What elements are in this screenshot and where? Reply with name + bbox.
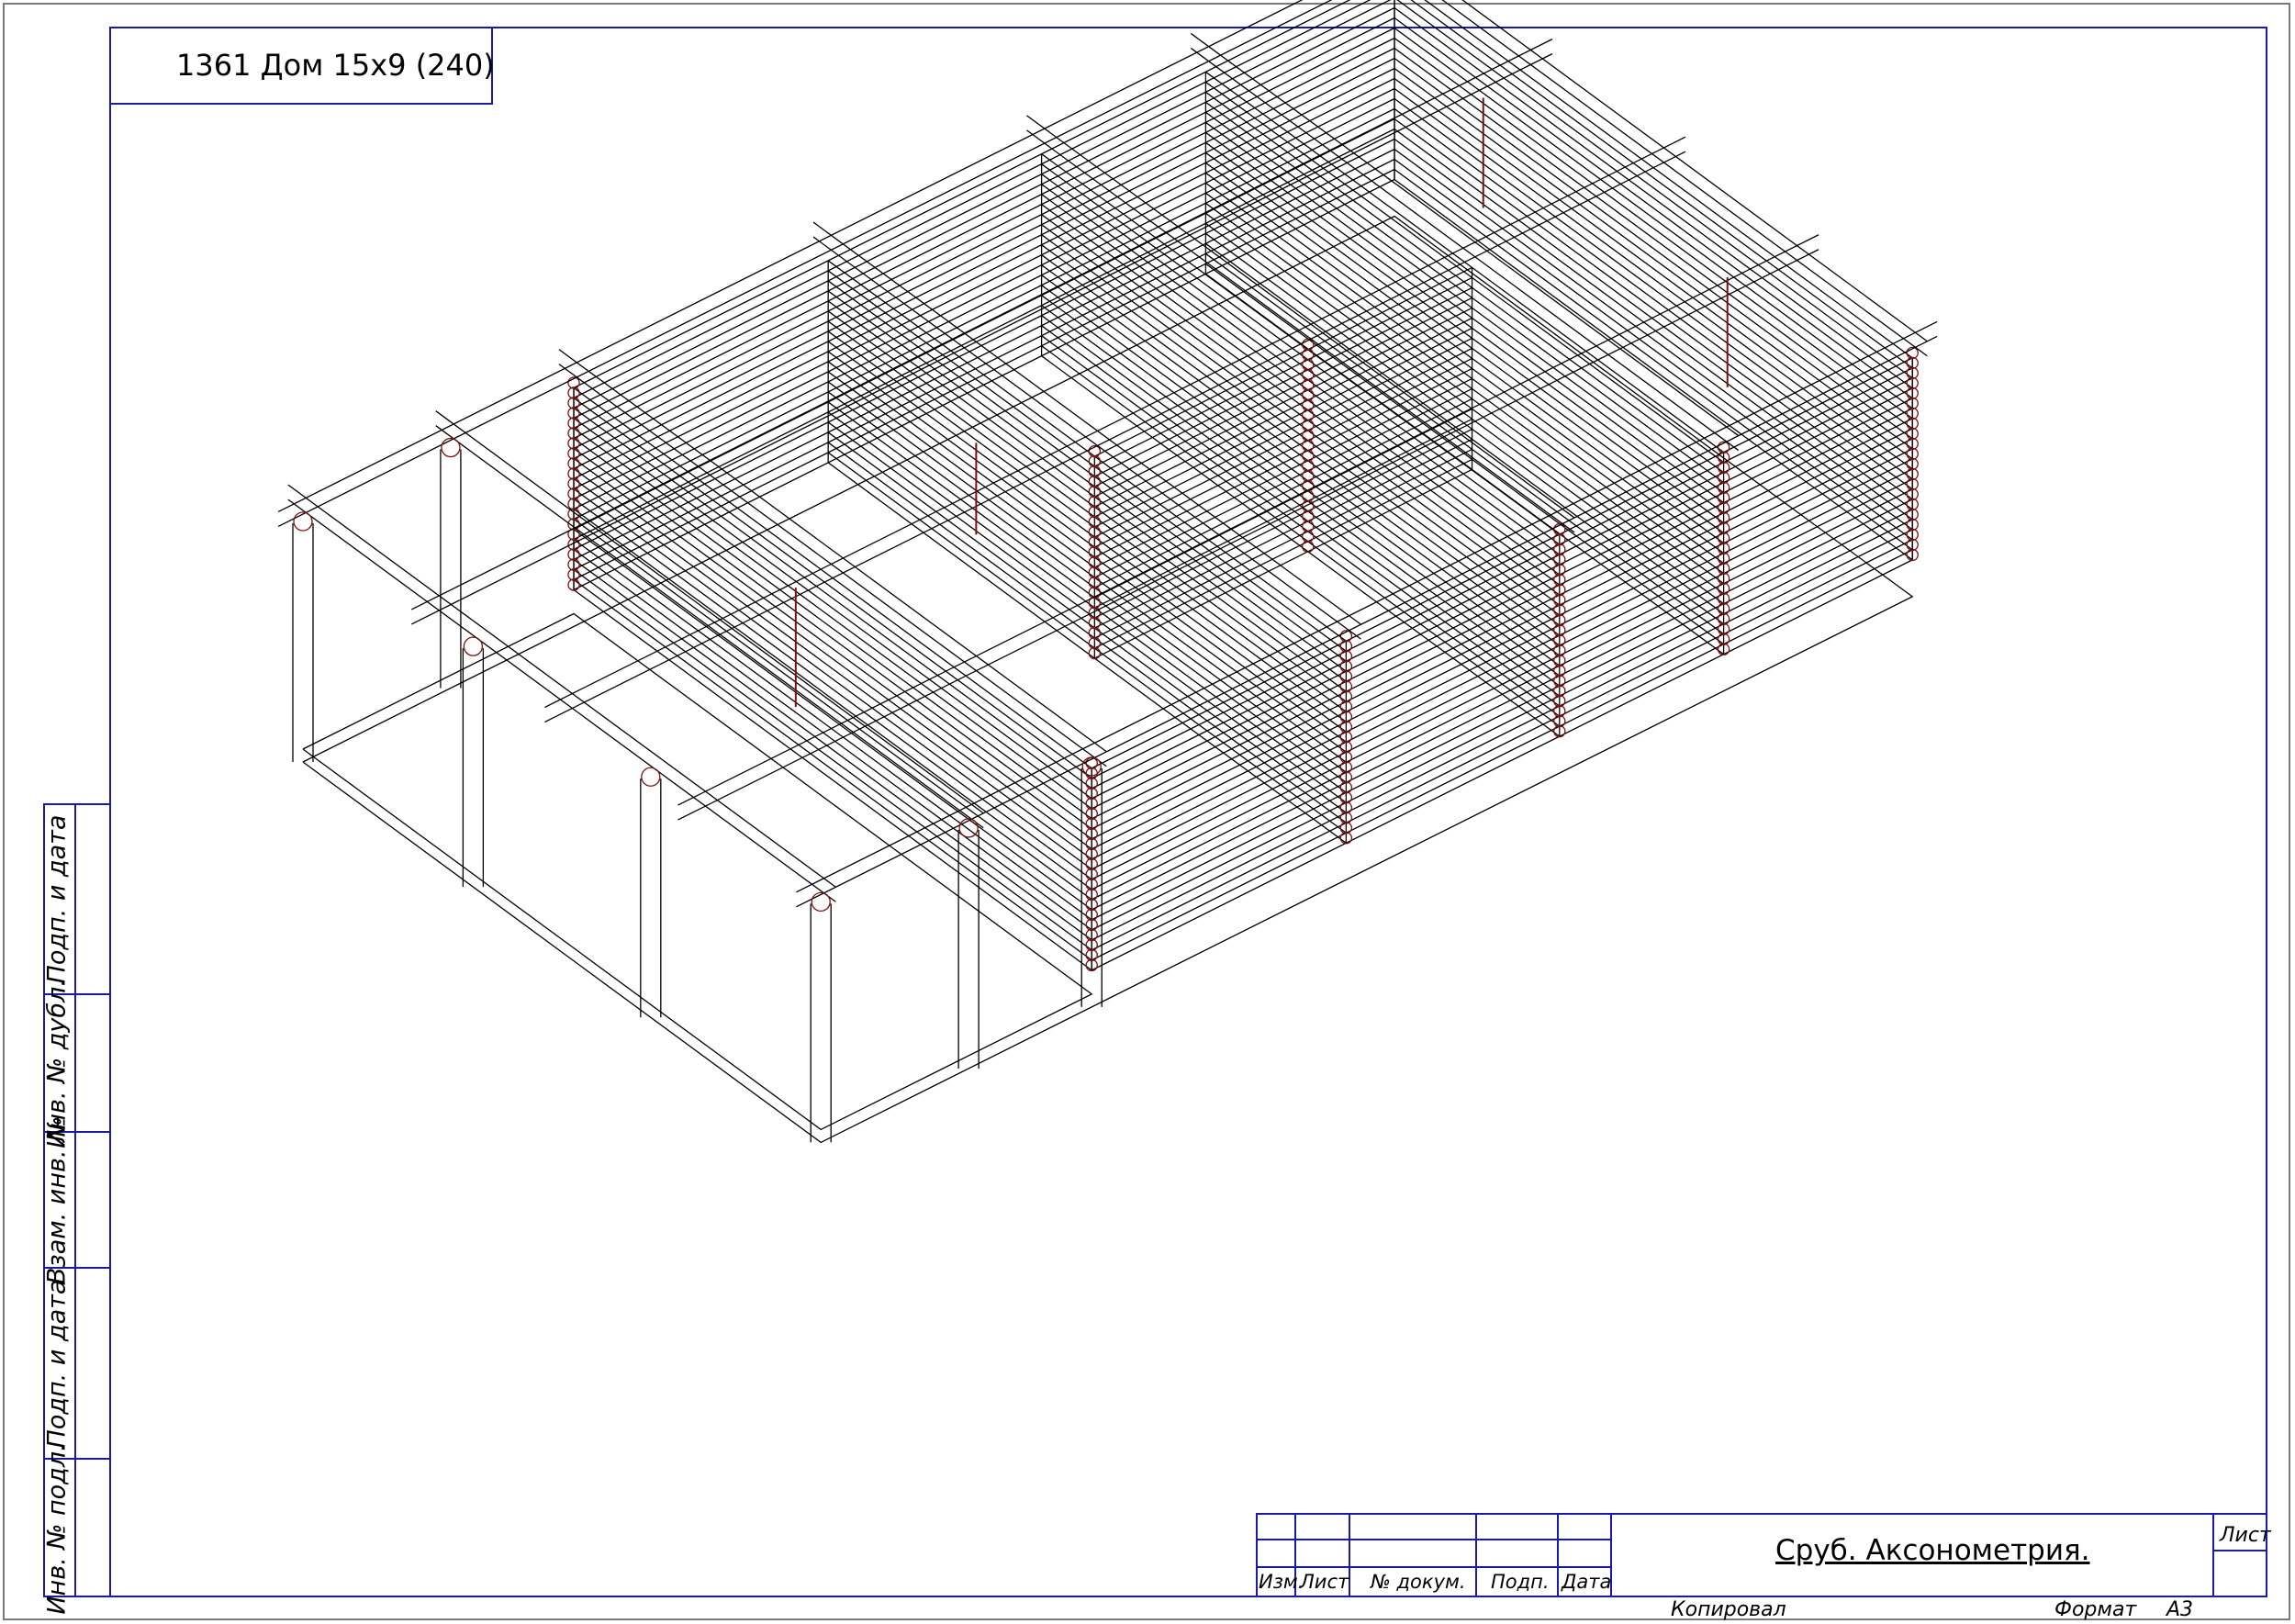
log-house-axonometry [277, 0, 1938, 1144]
